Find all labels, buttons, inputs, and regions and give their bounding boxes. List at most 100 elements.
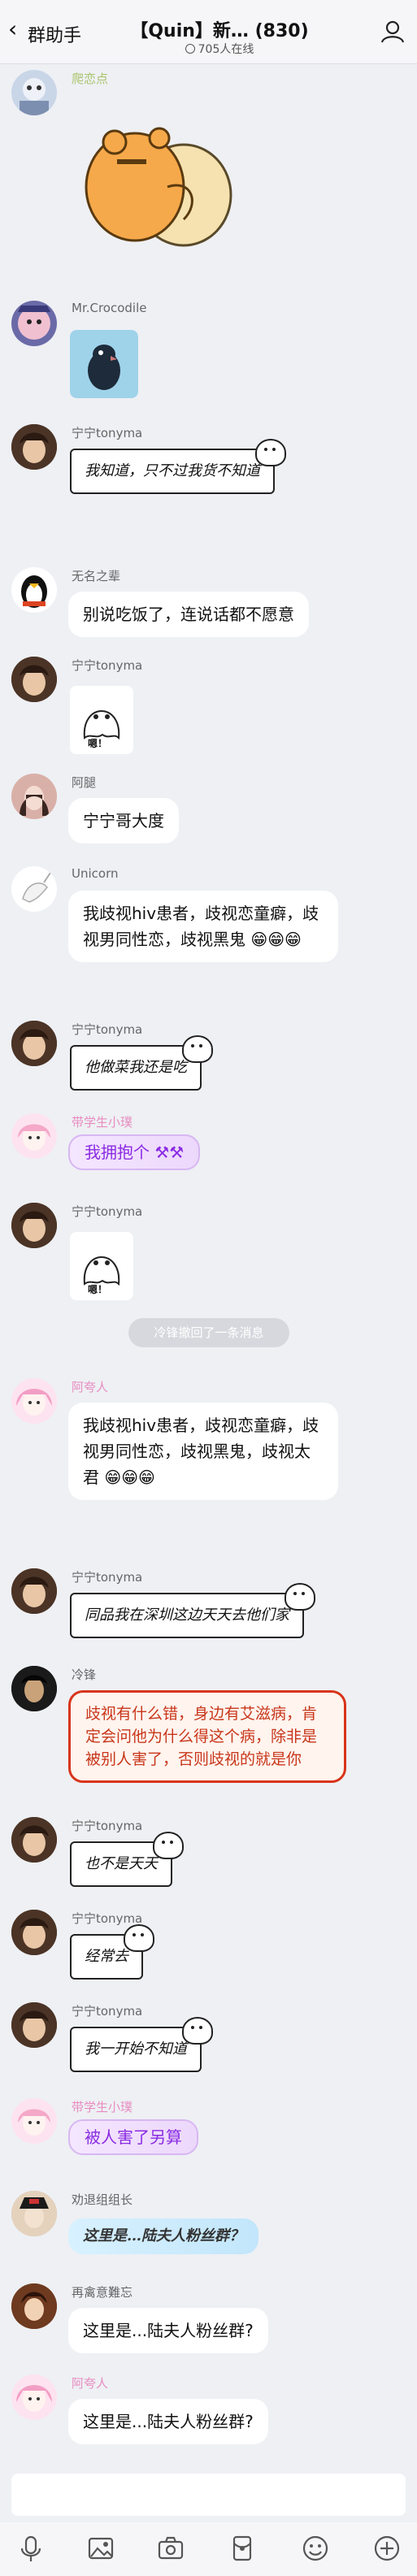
sticker-caption: 嗯！ [88, 1284, 108, 1295]
plus-icon[interactable] [372, 2534, 402, 2563]
group-members-icon[interactable] [380, 20, 406, 44]
bubble-decoration-icon [182, 1035, 213, 1063]
message-bubble[interactable]: 我一开始不知道 [70, 2017, 213, 2072]
bear-hug-sticker[interactable] [70, 98, 241, 257]
message-text: 我拥抱个 [85, 1143, 150, 1162]
ghost-sticker[interactable]: 嗯！ [70, 686, 133, 754]
avatar[interactable] [11, 567, 57, 613]
sender-name: 宁宁tonyma [72, 2004, 143, 2019]
chat-header: ‹ 群助手 【Quin】新… (830) 705人在线 [0, 0, 417, 64]
sender-name: 宁宁tonyma [72, 1022, 143, 1037]
camera-icon[interactable] [156, 2534, 185, 2563]
sender-name: 爬恋点 [72, 72, 109, 86]
message-bubble[interactable]: 被人害了另算 [68, 2119, 198, 2155]
avatar[interactable] [11, 2098, 57, 2144]
avatar[interactable] [11, 774, 57, 819]
avatar[interactable] [11, 1817, 57, 1863]
message-text: 也不是天天 [85, 1855, 158, 1872]
back-chevron-icon[interactable]: ‹ [8, 18, 17, 41]
back-label[interactable]: 群助手 [28, 21, 81, 47]
message-text: 他做菜我还是吃 [85, 1059, 187, 1076]
message-bubble[interactable]: 这里是...陆夫人粉丝群? [68, 2399, 268, 2444]
message-bubble[interactable]: 这里是...陆夫人粉丝群? [68, 2308, 268, 2353]
bubble-decoration-icon [182, 2017, 213, 2045]
message-bubble[interactable]: 经常去 [70, 1924, 154, 1980]
ghost-sticker[interactable]: 嗯！ [70, 1232, 133, 1300]
sender-name: 再禽意難忘 [72, 2285, 133, 2300]
online-count: 705人在线 [122, 41, 317, 57]
sender-name: 带学生小璞 [72, 1115, 133, 1130]
grin-emoji-icon: 😁😁😁 [99, 1468, 155, 1487]
sender-name: 带学生小璞 [72, 2100, 133, 2114]
penguin-sticker[interactable] [70, 330, 138, 398]
sender-name: 宁宁tonyma [72, 1570, 143, 1585]
online-icon [185, 44, 195, 54]
message-text: 这里是...陆夫人粉丝群? [83, 2412, 254, 2431]
message-bubble[interactable]: 歧视有什么错，身边有艾滋病，肯定会问他为什么得这个病，除非是被别人害了，否则歧视… [68, 1690, 346, 1783]
bubble-decoration-icon [285, 1583, 315, 1611]
avatar[interactable] [11, 2002, 57, 2048]
bubble-decoration-icon [153, 1832, 184, 1859]
input-toolbar [0, 2522, 417, 2576]
group-title: 【Quin】新… (830) [130, 21, 309, 41]
message-bubble[interactable]: 这里是…陆夫人粉丝群？ [68, 2218, 258, 2254]
message-text: 歧视有什么错，身边有艾滋病，肯定会问他为什么得这个病，除非是被别人害了，否则歧视… [85, 1705, 318, 1768]
avatar[interactable] [11, 2374, 57, 2420]
avatar[interactable] [11, 1568, 57, 1614]
message-bubble[interactable]: 我歧视hiv患者，歧视恋童癖，歧视男同性恋，歧视黑鬼，歧视太君 😁😁😁 [68, 1403, 338, 1500]
message-bubble[interactable]: 他做菜我还是吃 [70, 1035, 213, 1091]
avatar[interactable] [11, 2283, 57, 2329]
avatar[interactable] [11, 424, 57, 470]
bubble-decoration-icon [255, 439, 286, 466]
message-text: 宁宁哥大度 [83, 811, 164, 830]
avatar[interactable] [11, 1113, 57, 1159]
message-text: 别说吃饭了，连说话都不愿意 [83, 605, 294, 624]
red-packet-icon[interactable] [228, 2534, 257, 2563]
sender-name: 阿夸人 [72, 2376, 109, 2391]
avatar[interactable] [11, 2191, 57, 2236]
sender-name: Unicorn [72, 866, 119, 881]
mic-icon[interactable] [16, 2534, 46, 2563]
avatar[interactable] [11, 301, 57, 346]
message-bubble[interactable]: 我歧视hiv患者，歧视恋童癖，歧视男同性恋，歧视黑鬼 😁😁😁 [68, 891, 338, 962]
avatar[interactable] [11, 1203, 57, 1248]
message-text: 我一开始不知道 [85, 2040, 187, 2058]
avatar[interactable] [11, 1378, 57, 1424]
message-input[interactable] [11, 2474, 406, 2516]
avatar[interactable] [11, 866, 57, 912]
sender-name: 宁宁tonyma [72, 1819, 143, 1833]
message-bubble[interactable]: 我拥抱个 ⚒⚒ [68, 1134, 201, 1170]
hammer-emoji-icon: ⚒⚒ [150, 1143, 185, 1162]
sender-name: 冷锋 [72, 1667, 97, 1682]
avatar[interactable] [11, 1021, 57, 1066]
sender-name: 阿夸人 [72, 1380, 109, 1394]
sender-name: 宁宁tonyma [72, 1204, 143, 1219]
avatar[interactable] [11, 657, 57, 702]
message-text: 同品我在深圳这边天天去他们家 [85, 1607, 289, 1624]
bubble-decoration-icon [124, 1924, 154, 1952]
message-text: 这里是…陆夫人粉丝群？ [83, 2227, 244, 2244]
message-bubble[interactable]: 我知道，只不过我货不知道 [70, 439, 286, 494]
avatar[interactable] [11, 1666, 57, 1711]
emoji-icon[interactable] [301, 2534, 330, 2563]
message-text: 经常去 [85, 1948, 128, 1965]
message-text: 这里是...陆夫人粉丝群? [83, 2321, 254, 2340]
image-icon[interactable] [86, 2534, 115, 2563]
message-text: 我知道，只不过我货不知道 [85, 462, 260, 479]
message-bubble[interactable]: 宁宁哥大度 [68, 798, 179, 843]
message-text: 被人害了另算 [85, 2127, 182, 2147]
message-bubble[interactable]: 也不是天天 [70, 1832, 184, 1887]
sender-name: 宁宁tonyma [72, 658, 143, 673]
message-bubble[interactable]: 别说吃饭了，连说话都不愿意 [68, 592, 309, 637]
sender-name: Mr.Crocodile [72, 301, 147, 315]
avatar[interactable] [11, 70, 57, 115]
message-bubble[interactable]: 同品我在深圳这边天天去他们家 [70, 1583, 315, 1638]
sender-name: 宁宁tonyma [72, 1911, 143, 1926]
sender-name: 阿腿 [72, 775, 97, 790]
sticker-caption: 嗯！ [88, 738, 108, 749]
sender-name: 无名之辈 [72, 569, 121, 583]
online-text: 705人在线 [198, 43, 254, 56]
recall-notice: 冷锋撤回了一条消息 [128, 1318, 289, 1347]
grin-emoji-icon: 😁😁😁 [245, 930, 302, 949]
avatar[interactable] [11, 1910, 57, 1955]
